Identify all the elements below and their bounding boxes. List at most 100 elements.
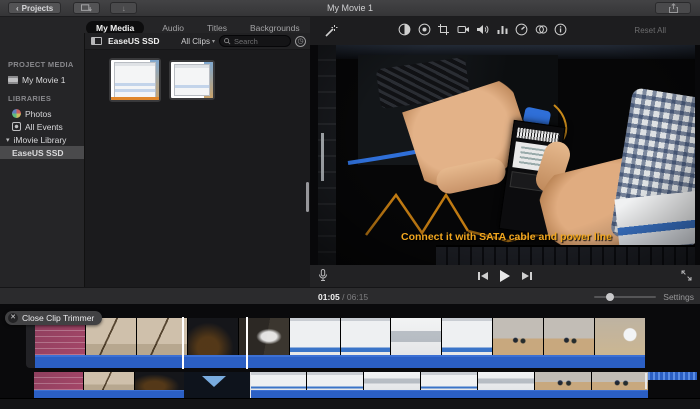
timeline-clip[interactable] [648, 372, 697, 398]
clip-filter-dropdown[interactable]: All Clips ▾ [181, 37, 215, 46]
enhance-wand-icon[interactable] [324, 24, 338, 38]
media-panel: My Media Audio Titles Backgrounds Transi… [0, 17, 310, 287]
imovie-window: ‹Projects ↓ My Movie 1 My Media Audio Ti… [0, 0, 700, 409]
color-correction-icon[interactable] [418, 23, 431, 36]
voiceover-mic-icon[interactable] [318, 269, 328, 282]
thumbnail-art [115, 83, 155, 86]
browser-scrollbar[interactable] [306, 182, 309, 212]
clip-edge-handle[interactable] [26, 318, 35, 368]
clip-thumbnail-title[interactable] [34, 372, 83, 390]
clip-trimmer-panel: ✕ Close Clip Trimmer [0, 305, 700, 409]
close-clip-trimmer-button[interactable]: ✕ Close Clip Trimmer [5, 311, 102, 325]
clip-thumbnail-dialog[interactable] [364, 372, 420, 390]
sidebar-item-label: Photos [25, 109, 51, 119]
timeline-thumbnails [250, 372, 648, 390]
clip-information-icon[interactable] [554, 23, 567, 36]
zoom-slider-thumb[interactable] [606, 293, 614, 301]
viewer-panel: Reset All [310, 17, 700, 287]
audio-waveform-detail[interactable] [648, 372, 697, 380]
fullscreen-icon[interactable] [681, 270, 692, 281]
media-clip-thumbnail[interactable] [109, 58, 161, 102]
all-events-icon [12, 122, 21, 131]
sidebar-item-label: EaseUS SSD [12, 148, 64, 158]
libraries-header: LIBRARIES [0, 94, 84, 103]
sidebar-item-all-events[interactable]: All Events [0, 120, 84, 133]
play-button[interactable] [500, 270, 510, 282]
browser-event-title: EaseUS SSD [108, 36, 160, 46]
clip-thumbnail-shot[interactable] [421, 372, 477, 390]
clip-thumbnail-desk[interactable] [592, 372, 648, 390]
project-icon [8, 76, 18, 84]
next-frame-button[interactable] [522, 272, 532, 280]
timeline-clip[interactable] [34, 372, 184, 398]
transport-controls [478, 265, 532, 287]
clip-thumbnail-bench[interactable] [84, 372, 133, 390]
clip-thumbnail-shot[interactable] [250, 372, 306, 390]
disclosure-triangle-icon[interactable]: ▾ [6, 136, 10, 144]
share-button[interactable] [655, 2, 691, 14]
clip-thumbnail-dialog[interactable] [478, 372, 534, 390]
stabilization-icon[interactable] [457, 23, 470, 36]
clip-thumbnail-desk[interactable] [544, 318, 594, 355]
color-balance-icon[interactable] [398, 23, 411, 36]
timeline-clip[interactable] [250, 372, 648, 398]
sidebar-toggle-icon[interactable] [91, 37, 102, 45]
clip-thumbnail-shot[interactable] [341, 318, 391, 355]
video-viewer[interactable]: Connect it with SATA cable and power lin… [310, 45, 700, 265]
clip-thumbnail-thanks[interactable] [595, 318, 645, 355]
trimmer-thumbnails [35, 318, 645, 355]
audio-waveform-bar[interactable] [35, 355, 645, 368]
timeline-track[interactable] [30, 372, 700, 398]
clip-thumbnail-dialog[interactable] [391, 318, 441, 355]
audio-waveform-bar[interactable] [250, 390, 648, 398]
libraries-sidebar: PROJECT MEDIA My Movie 1 LIBRARIES Photo… [0, 37, 84, 287]
project-media-header: PROJECT MEDIA [0, 60, 84, 69]
noise-reduction-icon[interactable] [496, 23, 509, 36]
trimmer-filmstrip[interactable] [35, 318, 645, 368]
sidebar-item-photos[interactable]: Photos [0, 107, 84, 120]
clip-thumbnail-bench[interactable] [137, 318, 187, 355]
clip-boundary-line [250, 372, 251, 398]
sidebar-item-easeus-ssd[interactable]: EaseUS SSD [0, 146, 84, 159]
timeline-zoom-slider[interactable] [594, 296, 656, 298]
timecode-separator: / [342, 292, 344, 302]
trim-position-indicator[interactable] [202, 376, 226, 387]
trim-end-handle[interactable] [246, 317, 248, 369]
timeline-thumbnails [34, 372, 184, 390]
clip-thumbnail-shot[interactable] [290, 318, 340, 355]
thumbnail-art [175, 85, 209, 88]
media-browser-header: EaseUS SSD All Clips ▾ ◷ [85, 33, 310, 50]
media-clip-thumbnail[interactable] [169, 60, 215, 100]
timeline-settings-button[interactable]: Settings [663, 292, 694, 302]
reset-all-button[interactable]: Reset All [634, 26, 666, 35]
thumbnail-art [174, 64, 210, 96]
previous-frame-button[interactable] [478, 272, 488, 280]
playback-bar [310, 265, 700, 287]
clip-filter-icon[interactable] [535, 23, 548, 36]
sidebar-item-my-movie[interactable]: My Movie 1 [0, 73, 84, 86]
clip-thumbnail-dark[interactable] [188, 318, 238, 355]
speed-icon[interactable] [515, 23, 528, 36]
trim-start-handle[interactable] [182, 317, 184, 369]
clip-filter-label: All Clips [181, 37, 210, 46]
clips-area [85, 50, 310, 287]
close-clip-trimmer-label: Close Clip Trimmer [22, 313, 94, 323]
clip-thumbnail-desk[interactable] [535, 372, 591, 390]
sidebar-item-label: My Movie 1 [22, 75, 65, 85]
clip-thumbnail-shot[interactable] [442, 318, 492, 355]
volume-icon[interactable] [476, 23, 489, 36]
sidebar-item-label: iMovie Library [14, 135, 67, 145]
recent-clips-icon[interactable]: ◷ [295, 36, 306, 47]
video-caption: Connect it with SATA cable and power lin… [318, 231, 695, 243]
sidebar-item-imovie-library[interactable]: ▾ iMovie Library [0, 133, 84, 146]
timeline-toolbar: 01:05 / 06:15 Settings [0, 287, 700, 305]
clip-thumbnail-dark[interactable] [135, 372, 184, 390]
share-icon [669, 3, 678, 13]
sidebar-item-label: All Events [25, 122, 63, 132]
clip-thumbnail-desk[interactable] [493, 318, 543, 355]
audio-waveform-bar[interactable] [34, 390, 184, 398]
search-input[interactable] [234, 37, 286, 46]
window-title: My Movie 1 [0, 3, 700, 13]
clip-thumbnail-shot[interactable] [307, 372, 363, 390]
crop-icon[interactable] [437, 23, 450, 36]
